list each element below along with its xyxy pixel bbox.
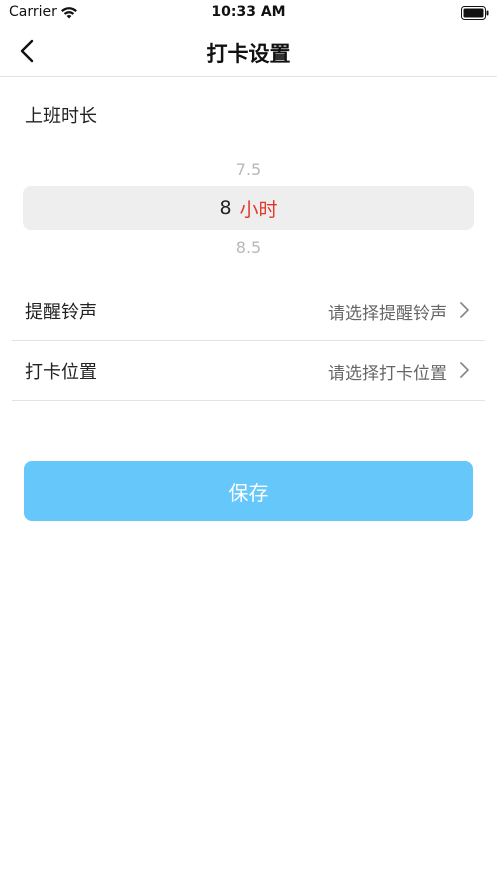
alarm-sound-label: 提醒铃声	[25, 302, 97, 323]
picker-selected-row[interactable]: 8 小时	[23, 186, 474, 230]
chevron-right-icon	[460, 362, 469, 378]
chevron-right-icon	[460, 302, 469, 318]
work-duration-picker[interactable]: 7.5 8 小时 8.5	[23, 150, 474, 260]
page-title: 打卡设置	[206, 42, 291, 66]
save-button[interactable]: 保存	[24, 461, 473, 521]
checkin-location-value: 请选择打卡位置	[328, 364, 447, 384]
picker-selected-value: 8	[219, 197, 232, 219]
picker-option-next[interactable]: 8.5	[23, 238, 474, 257]
alarm-sound-value: 请选择提醒铃声	[328, 304, 447, 324]
status-time: 10:33 AM	[211, 4, 286, 20]
battery-icon	[461, 6, 489, 20]
nav-bar: 打卡设置	[0, 26, 497, 77]
picker-unit: 小时	[239, 198, 278, 221]
status-bar: Carrier 10:33 AM	[0, 0, 497, 26]
work-duration-label: 上班时长	[25, 106, 97, 127]
alarm-sound-row[interactable]: 提醒铃声 请选择提醒铃声	[12, 280, 485, 341]
checkin-location-label: 打卡位置	[25, 362, 97, 383]
picker-option-prev[interactable]: 7.5	[23, 160, 474, 179]
checkin-location-row[interactable]: 打卡位置 请选择打卡位置	[12, 340, 485, 401]
